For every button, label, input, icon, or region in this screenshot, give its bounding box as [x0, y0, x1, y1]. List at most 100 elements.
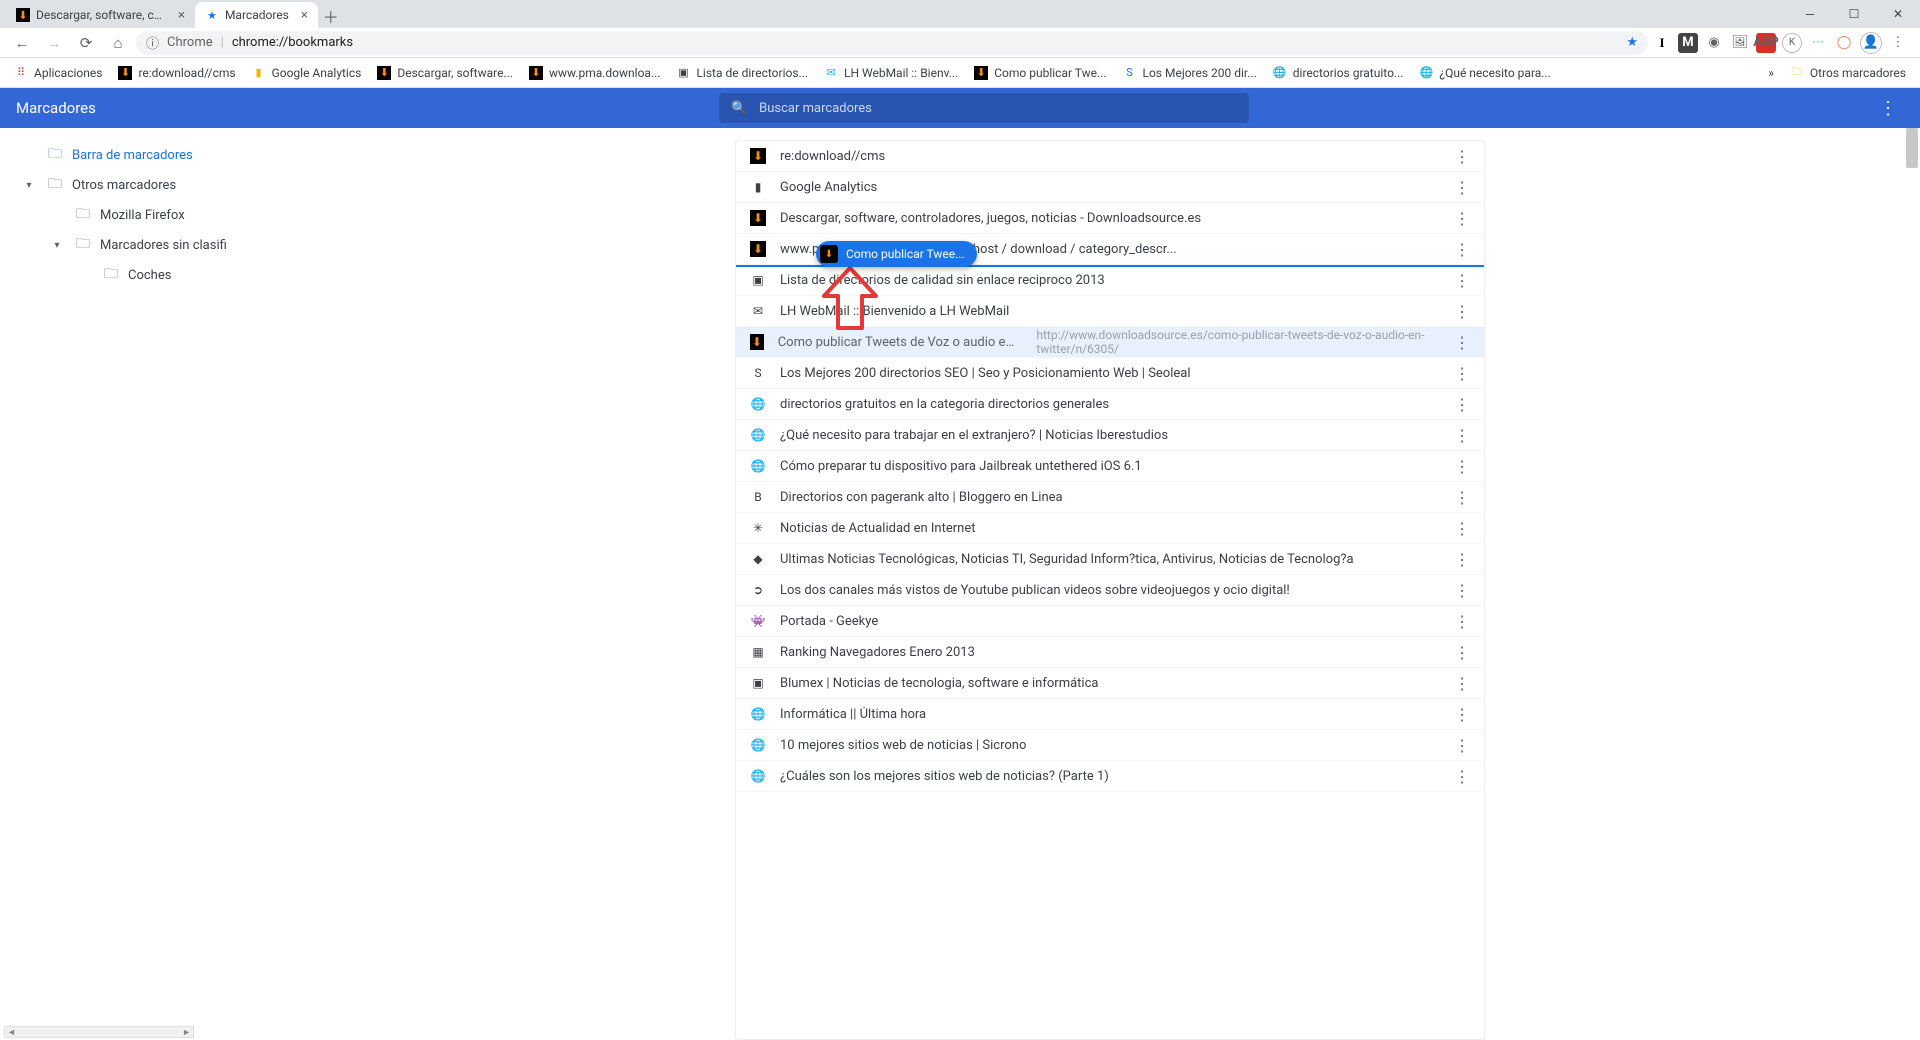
- row-menu-button[interactable]: ⋮: [1454, 364, 1470, 383]
- home-button[interactable]: ⌂: [104, 29, 132, 57]
- favicon-icon: ▦: [750, 644, 766, 660]
- row-menu-button[interactable]: ⋮: [1454, 767, 1470, 786]
- reload-button[interactable]: ⟳: [72, 29, 100, 57]
- row-menu-button[interactable]: ⋮: [1454, 147, 1470, 166]
- ext-icon[interactable]: ◉: [1704, 33, 1724, 53]
- bookmark-row[interactable]: 🌐directorios gratuitos en la categoria d…: [736, 389, 1484, 420]
- bookmark-row[interactable]: 👾Portada - Geekye⋮: [736, 606, 1484, 637]
- row-menu-button[interactable]: ⋮: [1454, 426, 1470, 445]
- close-window-button[interactable]: ✕: [1876, 0, 1920, 28]
- ext-icon[interactable]: ◯: [1834, 33, 1854, 53]
- bookmark-row[interactable]: ⬇Descargar, software, controladores, jue…: [736, 203, 1484, 234]
- row-menu-button[interactable]: ⋮: [1454, 705, 1470, 724]
- forward-button[interactable]: →: [40, 29, 68, 57]
- bookbar-overflow-button[interactable]: »: [1768, 66, 1774, 80]
- row-menu-button[interactable]: ⋮: [1454, 178, 1470, 197]
- caret-icon[interactable]: ▾: [20, 180, 38, 191]
- folder-icon: 🗀: [104, 263, 118, 287]
- row-menu-button[interactable]: ⋮: [1454, 209, 1470, 228]
- bookmark-row[interactable]: ▦ Ranking Navegadores Enero 2013 ⋮: [736, 637, 1484, 668]
- favicon-icon: B: [750, 489, 766, 505]
- url-field[interactable]: ⓘ Chrome | chrome://bookmarks ★: [136, 31, 1648, 55]
- bookmark-row[interactable]: ➲Los dos canales más vistos de Youtube p…: [736, 575, 1484, 606]
- row-menu-button[interactable]: ⋮: [1454, 519, 1470, 538]
- bookmark-item[interactable]: ⬇Como publicar Twe...: [968, 60, 1112, 86]
- bookmark-item[interactable]: 🌐¿Qué necesito para...: [1413, 60, 1556, 86]
- bookmark-row[interactable]: ▮Google Analytics⋮: [736, 172, 1484, 203]
- tree-folder[interactable]: 🗀Coches: [0, 260, 300, 290]
- ext-icon[interactable]: I: [1652, 33, 1672, 53]
- profile-icon[interactable]: 👤: [1860, 32, 1882, 54]
- row-menu-button[interactable]: ⋮: [1454, 581, 1470, 600]
- bookmark-item[interactable]: ▮Google Analytics: [246, 60, 368, 86]
- close-icon[interactable]: ×: [301, 8, 308, 23]
- bookmark-item[interactable]: ▣Lista de directorios...: [670, 60, 814, 86]
- maximize-button[interactable]: ☐: [1832, 0, 1876, 28]
- bookmark-row[interactable]: 🌐¿Cuáles son los mejores sitios web de n…: [736, 761, 1484, 792]
- bookmark-title: ¿Cuáles son los mejores sitios web de no…: [780, 769, 1109, 784]
- back-button[interactable]: ←: [8, 29, 36, 57]
- row-menu-button[interactable]: ⋮: [1454, 736, 1470, 755]
- row-menu-button[interactable]: ⋮: [1454, 271, 1470, 290]
- chrome-menu-icon[interactable]: ⋮: [1888, 33, 1908, 53]
- search-placeholder: Buscar marcadores: [759, 101, 872, 116]
- site-info-icon[interactable]: ⓘ: [146, 33, 159, 52]
- bookmark-row[interactable]: ▣Blumex | Noticias de tecnologia, softwa…: [736, 668, 1484, 699]
- favicon-icon: 🌐: [1419, 66, 1433, 80]
- more-menu-button[interactable]: ⋮: [1872, 98, 1904, 119]
- browser-tab[interactable]: ⬇ Descargar, software, controlador ×: [6, 2, 195, 28]
- horizontal-scrollbar[interactable]: ◄►: [4, 1026, 194, 1038]
- row-menu-button[interactable]: ⋮: [1454, 674, 1470, 693]
- bookmark-row[interactable]: ⬇re:download//cms⋮: [736, 141, 1484, 172]
- tree-folder[interactable]: 🗀Mozilla Firefox: [0, 200, 300, 230]
- tree-label: Otros marcadores: [72, 178, 176, 193]
- row-menu-button[interactable]: ⋮: [1454, 643, 1470, 662]
- ext-abp-icon[interactable]: ABP: [1756, 33, 1776, 53]
- apps-shortcut[interactable]: ⠿Aplicaciones: [8, 60, 108, 86]
- ext-icon[interactable]: M: [1678, 33, 1698, 53]
- bookmark-list-wrap: ⬇re:download//cms⋮▮Google Analytics⋮⬇Des…: [300, 128, 1920, 1040]
- new-tab-button[interactable]: ＋: [318, 4, 344, 28]
- bookmark-row[interactable]: 🌐Informática || Última hora⋮: [736, 699, 1484, 730]
- close-icon[interactable]: ×: [178, 8, 185, 23]
- bookmark-item[interactable]: ✉LH WebMail :: Bienv...: [818, 60, 964, 86]
- tree-folder[interactable]: 🗀Barra de marcadores: [0, 140, 300, 170]
- row-menu-button[interactable]: ⋮: [1454, 488, 1470, 507]
- bookmark-item[interactable]: ⬇Descargar, software...: [371, 60, 519, 86]
- bookmark-row[interactable]: SLos Mejores 200 directorios SEO | Seo y…: [736, 358, 1484, 389]
- bookmark-title: Informática || Última hora: [780, 707, 926, 722]
- folder-icon: 🗀: [76, 203, 90, 227]
- ext-icon[interactable]: K: [1782, 33, 1802, 53]
- bookmark-row[interactable]: ◆Ultimas Noticias Tecnológicas, Noticias…: [736, 544, 1484, 575]
- row-menu-button[interactable]: ⋮: [1454, 240, 1470, 259]
- row-menu-button[interactable]: ⋮: [1454, 333, 1470, 352]
- ext-icon[interactable]: ⋯: [1808, 33, 1828, 53]
- bookmark-item[interactable]: 🌐directorios gratuito...: [1267, 60, 1410, 86]
- browser-tab-active[interactable]: ★ Marcadores ×: [195, 2, 318, 28]
- tree-folder[interactable]: ▾🗀Otros marcadores: [0, 170, 300, 200]
- bookmark-title: Ranking Navegadores Enero 2013: [780, 645, 975, 660]
- vertical-scrollbar[interactable]: [1906, 128, 1918, 168]
- row-menu-button[interactable]: ⋮: [1454, 612, 1470, 631]
- bookmark-item[interactable]: SLos Mejores 200 dir...: [1117, 60, 1263, 86]
- bookmark-item[interactable]: ⬇re:download//cms: [112, 60, 241, 86]
- caret-icon[interactable]: ▾: [48, 240, 66, 251]
- tree-folder[interactable]: ▾🗀Marcadores sin clasifi: [0, 230, 300, 260]
- bookmark-row[interactable]: 🌐10 mejores sitios web de noticias | Sic…: [736, 730, 1484, 761]
- bookmark-title: Ultimas Noticias Tecnológicas, Noticias …: [780, 552, 1354, 567]
- bookmark-row[interactable]: 🌐¿Qué necesito para trabajar en el extra…: [736, 420, 1484, 451]
- bookmark-title: Como publicar Tweets de Voz o audio en T…: [778, 335, 1019, 350]
- bookmark-star-icon[interactable]: ★: [1626, 35, 1638, 50]
- bookmark-row[interactable]: ✳Noticias de Actualidad en Internet⋮: [736, 513, 1484, 544]
- other-bookmarks-button[interactable]: 🗀Otros marcadores: [1784, 60, 1912, 86]
- minimize-button[interactable]: ─: [1788, 0, 1832, 28]
- bookmark-row[interactable]: 🌐Cómo preparar tu dispositivo para Jailb…: [736, 451, 1484, 482]
- row-menu-button[interactable]: ⋮: [1454, 457, 1470, 476]
- bookmark-row[interactable]: BDirectorios con pagerank alto | Blogger…: [736, 482, 1484, 513]
- bookmark-item[interactable]: ⬇www.pma.downloa...: [523, 60, 666, 86]
- row-menu-button[interactable]: ⋮: [1454, 302, 1470, 321]
- ext-icon[interactable]: 🖼: [1730, 33, 1750, 53]
- row-menu-button[interactable]: ⋮: [1454, 550, 1470, 569]
- row-menu-button[interactable]: ⋮: [1454, 395, 1470, 414]
- search-input[interactable]: 🔍 Buscar marcadores: [719, 93, 1249, 123]
